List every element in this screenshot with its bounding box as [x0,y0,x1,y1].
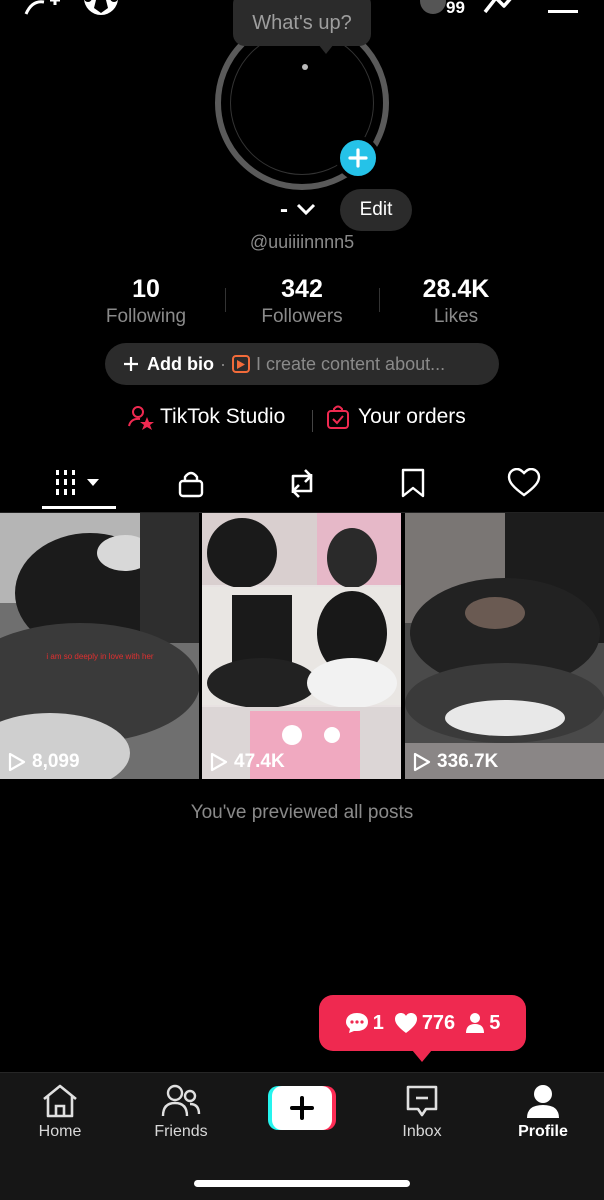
add-user-icon[interactable] [22,0,62,25]
stat-label: Following [105,306,187,327]
view-count: 336.7K [413,751,498,773]
play-icon [8,752,26,772]
inbox-icon [406,1085,438,1117]
tab-reposts[interactable] [242,458,362,508]
trending-icon[interactable] [482,0,522,23]
nav-home[interactable]: Home [5,1083,115,1141]
like-count: 776 [421,1011,456,1034]
stat-likes[interactable]: 28.4K Likes [381,275,531,328]
edit-profile-button[interactable]: Edit [340,189,412,231]
play-icon [210,752,228,772]
view-count: 47.4K [210,751,285,773]
add-bio-button[interactable]: Add bio · I create content about... [105,343,499,385]
play-icon [413,752,431,772]
status-bubble-text: What's up? [252,11,352,34]
tab-favorites[interactable] [353,458,473,508]
nav-friends[interactable]: Friends [126,1083,236,1141]
stat-following[interactable]: 10 Following [71,275,221,328]
post-thumbnail[interactable]: 336.7K [405,513,604,779]
bio-separator: · [219,353,226,374]
chevron-down-icon[interactable] [296,202,316,221]
view-count-text: 47.4K [234,751,285,772]
end-of-posts-message: You've previewed all posts [190,802,414,823]
shopping-bag-icon [327,405,349,429]
username-handle: @uuiiiinnnn5 [249,232,355,252]
nav-label: Profile [518,1123,568,1140]
studio-label: TikTok Studio [160,405,286,428]
bio-placeholder: I create content about... [255,353,446,374]
stat-value: 342 [281,275,323,303]
grid-icon [56,470,99,495]
add-bio-label: Add bio [147,353,214,374]
nav-profile[interactable]: Profile [488,1083,598,1141]
profile-icon [527,1085,559,1118]
post-caption: i am so deeply in love with her [46,652,154,661]
tab-videos[interactable] [19,458,139,508]
nav-label: Home [38,1123,82,1140]
stat-value: 10 [132,275,160,303]
orders-label: Your orders [358,405,466,428]
view-count-text: 8,099 [32,751,80,772]
home-indicator [194,1180,410,1187]
stat-label: Likes [433,306,479,327]
post-thumbnail[interactable]: 47.4K [202,513,401,779]
avatar-badge: 99 [446,0,465,17]
stat-followers[interactable]: 342 Followers [227,275,377,328]
avatar-mini[interactable] [420,0,446,25]
follower-count: 5 [489,1011,501,1034]
stat-label: Followers [261,306,343,327]
status-bubble[interactable]: What's up? [233,0,371,46]
heart-icon [507,468,541,497]
nav-label: Friends [154,1123,208,1140]
tiktok-studio-link[interactable]: TikTok Studio [128,404,285,430]
create-post-button[interactable] [268,1086,336,1130]
add-avatar-button[interactable] [336,136,380,180]
plus-icon [348,148,368,168]
nav-inbox[interactable]: Inbox [367,1083,477,1141]
friends-icon [161,1084,201,1117]
lock-icon [178,471,204,498]
activity-notification[interactable]: 1 776 5 [319,995,526,1051]
post-thumbnail[interactable]: i am so deeply in love with her 8,099 [0,513,199,779]
profile-name: - [280,196,288,223]
follower-icon [466,1013,485,1033]
plus-icon [124,357,138,371]
your-orders-link[interactable]: Your orders [326,404,466,430]
tab-liked[interactable] [464,458,584,508]
view-count: 8,099 [8,751,80,773]
tab-private[interactable] [131,458,251,508]
comment-icon [345,1013,368,1033]
heart-icon [394,1013,417,1033]
repost-icon [291,469,313,498]
home-icon [43,1084,77,1118]
studio-icon [128,406,154,430]
stat-value: 28.4K [422,275,490,303]
edit-label: Edit [359,199,393,220]
create-plus-icon [268,1086,336,1130]
nav-label: Inbox [402,1123,442,1140]
soccer-ball-icon [82,0,120,23]
comment-count: 1 [372,1011,384,1034]
hamburger-menu-icon[interactable] [548,0,580,23]
bookmark-icon [401,468,425,498]
play-icon [231,355,250,373]
active-tab-indicator [42,506,116,509]
view-count-text: 336.7K [437,751,499,772]
